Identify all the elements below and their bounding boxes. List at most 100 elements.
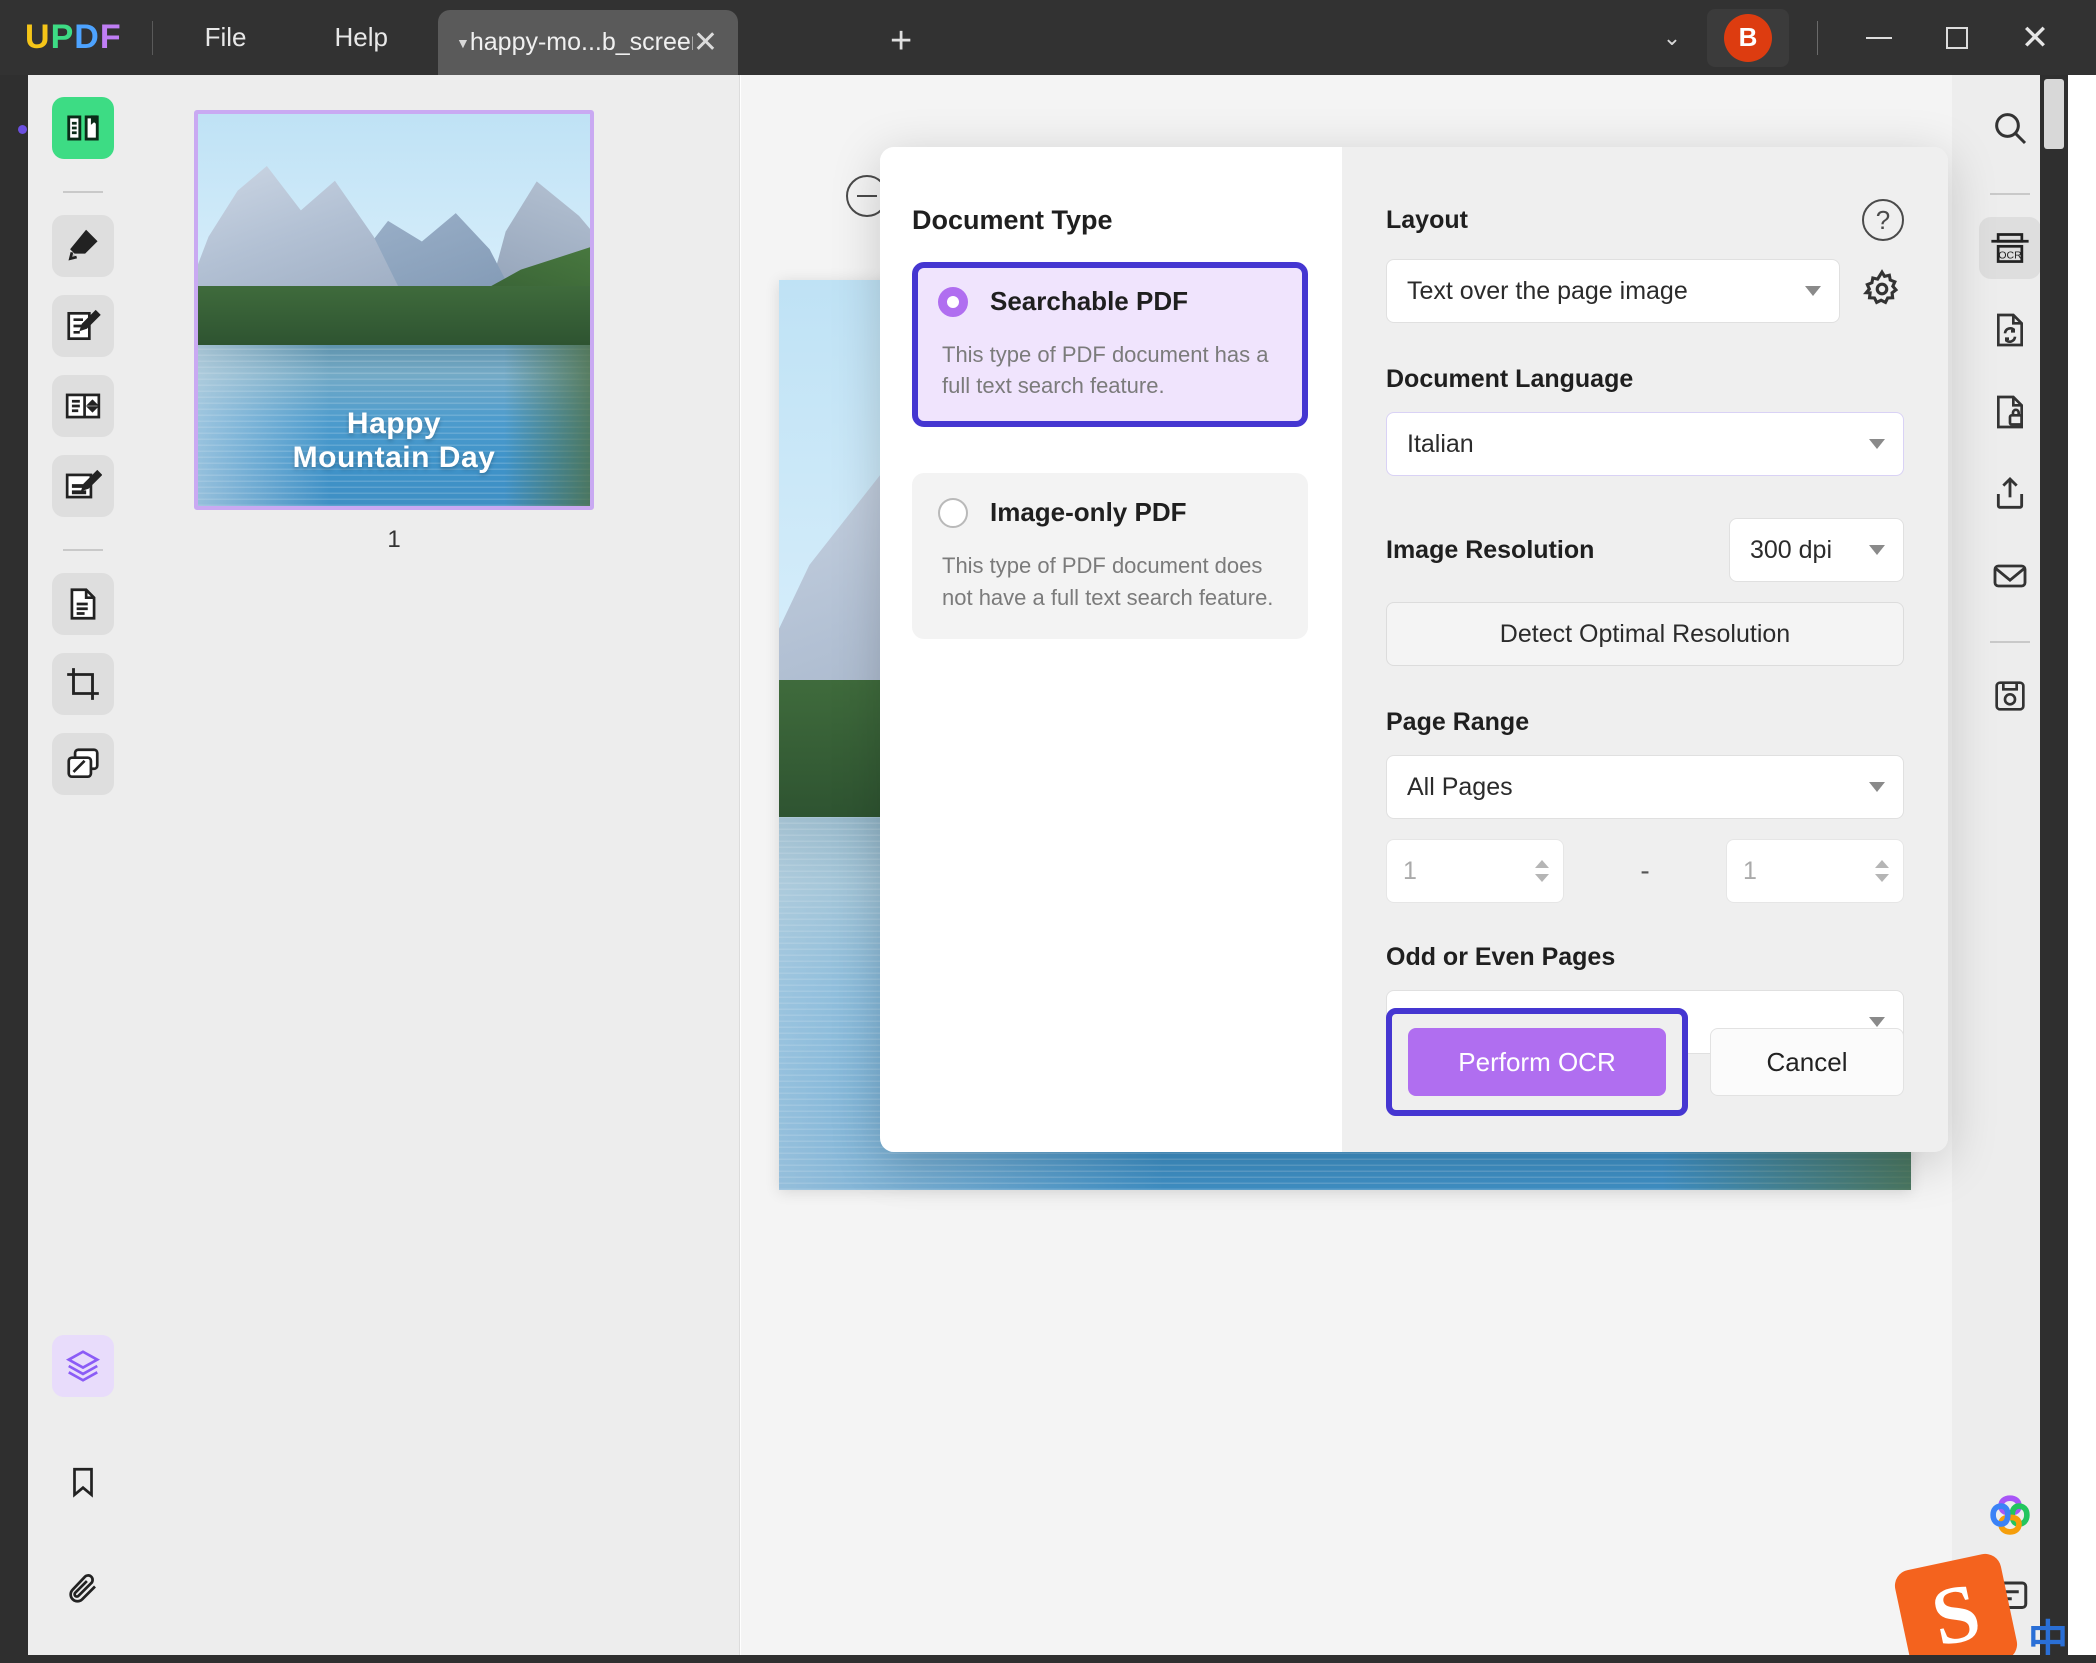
layout-select[interactable]: Text over the page image xyxy=(1386,259,1840,323)
logo-letter-d: D xyxy=(74,18,100,56)
thumbnail-overlay-text: Happy Mountain Day xyxy=(198,407,590,474)
stepper-arrows[interactable] xyxy=(1875,860,1889,882)
chevron-down-icon xyxy=(1869,545,1885,555)
range-from-input[interactable]: 1 xyxy=(1386,839,1564,903)
image-resolution-row: Image Resolution 300 dpi xyxy=(1386,518,1904,582)
range-to-input[interactable]: 1 xyxy=(1726,839,1904,903)
tab-dropdown-icon[interactable]: ▼ xyxy=(456,35,470,51)
stepper-up-icon[interactable] xyxy=(1875,860,1889,868)
image-resolution-select[interactable]: 300 dpi xyxy=(1729,518,1904,582)
new-tab-button[interactable]: + xyxy=(890,22,912,60)
right-separator-2 xyxy=(1990,641,2030,643)
tool-attachment[interactable] xyxy=(52,1557,114,1619)
radio-searchable-pdf[interactable] xyxy=(938,286,968,317)
radio-image-only-pdf[interactable] xyxy=(938,497,968,528)
document-tab[interactable]: ▼ happy-mo...b_screen* ✕ xyxy=(438,10,738,75)
gear-icon[interactable] xyxy=(1860,267,1904,316)
tool-page-organize[interactable] xyxy=(52,573,114,635)
save-icon[interactable] xyxy=(1979,665,2041,727)
layout-label: Layout xyxy=(1386,205,1468,234)
option-description: This type of PDF document does not have … xyxy=(942,553,1274,610)
ocr-dialog: Document Type Searchable PDF This type o… xyxy=(880,147,1948,1152)
page-range-inputs: 1 - 1 xyxy=(1386,839,1904,903)
title-divider xyxy=(151,20,153,55)
updf-window: U P D F File Help ▼ happy-mo...b_screen*… xyxy=(0,0,2096,1663)
option-image-only-pdf[interactable]: Image-only PDF This type of PDF document… xyxy=(912,473,1308,639)
stepper-up-icon[interactable] xyxy=(1535,860,1549,868)
layout-row: Text over the page image xyxy=(1386,259,1904,323)
chevron-down-icon xyxy=(1805,286,1821,296)
thumbnail-artwork: Happy Mountain Day xyxy=(198,114,590,506)
stepper-down-icon[interactable] xyxy=(1535,874,1549,882)
tool-edit-text[interactable] xyxy=(52,455,114,517)
tool-layers[interactable] xyxy=(52,1335,114,1397)
toolbar-separator-1 xyxy=(63,191,103,193)
odd-or-even-pages-label: Odd or Even Pages xyxy=(1386,943,1616,971)
perform-ocr-button[interactable]: Perform OCR xyxy=(1408,1028,1666,1096)
ai-assistant-icon[interactable] xyxy=(1983,1488,2037,1542)
range-from-value: 1 xyxy=(1403,856,1417,885)
tab-title: happy-mo...b_screen* xyxy=(469,28,693,56)
option-label: Searchable PDF xyxy=(990,286,1188,316)
scrollbar-thumb[interactable] xyxy=(2044,79,2064,149)
svg-text:OCR: OCR xyxy=(1998,250,2022,261)
cancel-button[interactable]: Cancel xyxy=(1710,1028,1904,1096)
thumbnail-pane: Happy Mountain Day 1 xyxy=(138,75,740,1663)
chevron-down-icon xyxy=(1869,439,1885,449)
tool-highlight[interactable] xyxy=(52,215,114,277)
search-icon[interactable] xyxy=(1979,97,2041,159)
bottom-edge-bar xyxy=(0,1655,2096,1663)
layout-select-value: Text over the page image xyxy=(1407,276,1688,305)
minimize-button[interactable] xyxy=(1840,0,1918,75)
stepper-arrows[interactable] xyxy=(1535,860,1549,882)
logo-letter-f: F xyxy=(99,18,122,56)
document-language-label: Document Language xyxy=(1386,365,1634,393)
app-body: Happy Mountain Day 1 OCR S 中 Document Ty… xyxy=(0,75,2096,1663)
overlay-line-1: Happy xyxy=(346,407,442,441)
document-language-select[interactable]: Italian xyxy=(1386,412,1904,476)
chevron-down-icon[interactable]: ⌄ xyxy=(1637,25,1707,51)
range-separator: - xyxy=(1640,855,1650,886)
share-icon[interactable] xyxy=(1979,463,2041,525)
tool-batch[interactable] xyxy=(52,733,114,795)
email-icon[interactable] xyxy=(1979,545,2041,607)
thumbnail-item[interactable]: Happy Mountain Day 1 xyxy=(194,110,594,554)
tool-form-field[interactable] xyxy=(52,375,114,437)
tool-annotate[interactable] xyxy=(52,295,114,357)
account-button[interactable]: B xyxy=(1707,8,1789,67)
page-range-value: All Pages xyxy=(1407,772,1513,801)
option-label: Image-only PDF xyxy=(990,497,1187,528)
window-controls: ⌄ B ✕ xyxy=(1637,0,2074,75)
tool-bookmark[interactable] xyxy=(52,1451,114,1513)
left-edge-rail xyxy=(0,75,28,1663)
page-range-select[interactable]: All Pages xyxy=(1386,755,1904,819)
title-bar: U P D F File Help ▼ happy-mo...b_screen*… xyxy=(0,0,2096,75)
option-description: This type of PDF document has a full tex… xyxy=(942,342,1269,399)
close-icon[interactable]: ✕ xyxy=(693,27,718,58)
ocr-icon[interactable]: OCR xyxy=(1979,217,2041,279)
stepper-down-icon[interactable] xyxy=(1875,874,1889,882)
logo-letter-u: U xyxy=(25,18,51,56)
image-resolution-label: Image Resolution xyxy=(1386,535,1595,564)
right-toolbar: OCR S 中 xyxy=(1891,75,2068,1663)
menu-file[interactable]: File xyxy=(183,14,269,61)
option-searchable-pdf[interactable]: Searchable PDF This type of PDF document… xyxy=(912,262,1308,428)
maximize-button[interactable] xyxy=(1918,0,1996,75)
detect-optimal-resolution-button[interactable]: Detect Optimal Resolution xyxy=(1386,602,1904,666)
updf-logo: U P D F xyxy=(25,18,122,57)
page-thumbnail[interactable]: Happy Mountain Day xyxy=(194,110,594,510)
chevron-down-icon xyxy=(1869,782,1885,792)
close-window-button[interactable]: ✕ xyxy=(1996,0,2074,75)
logo-letter-p: P xyxy=(50,18,75,56)
document-type-heading: Document Type xyxy=(912,205,1113,235)
protect-pdf-icon[interactable] xyxy=(1979,381,2041,443)
vertical-scrollbar[interactable] xyxy=(2040,75,2068,1663)
menu-help[interactable]: Help xyxy=(313,14,410,61)
controls-divider xyxy=(1817,20,1818,55)
option-header: Image-only PDF xyxy=(938,497,1282,528)
help-icon[interactable]: ? xyxy=(1862,199,1904,241)
option-header: Searchable PDF xyxy=(938,286,1282,317)
convert-pdf-icon[interactable] xyxy=(1979,299,2041,361)
tool-reader-view[interactable] xyxy=(52,97,114,159)
tool-crop[interactable] xyxy=(52,653,114,715)
